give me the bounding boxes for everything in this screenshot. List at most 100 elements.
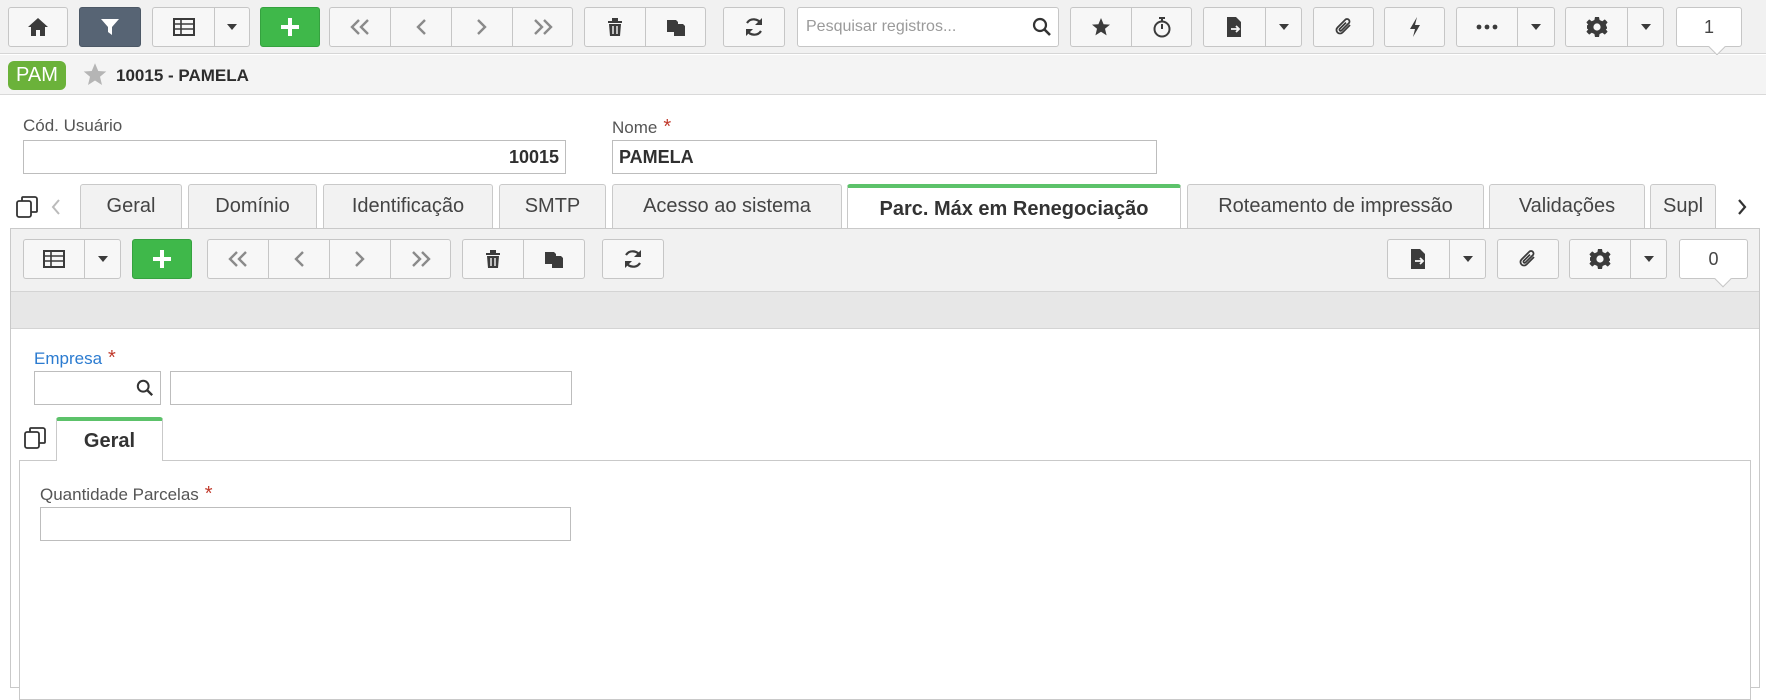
more-dropdown-button[interactable]	[1517, 7, 1555, 47]
detail-settings-group	[1569, 239, 1667, 279]
tab-label: Supl	[1663, 195, 1704, 217]
tab-label: Roteamento de impressão	[1218, 195, 1453, 217]
detail-settings-button[interactable]	[1569, 239, 1630, 279]
user-code-field[interactable]: 10015	[23, 140, 566, 174]
tab-roteamento-de-impressao[interactable]: Roteamento de impressão	[1187, 184, 1484, 228]
detail-refresh-button[interactable]	[602, 239, 664, 279]
duplicate-icon[interactable]	[23, 426, 47, 450]
trash-icon	[608, 18, 622, 36]
lookup-search-icon[interactable]	[136, 379, 154, 397]
required-mark: *	[663, 116, 672, 138]
chevron-left-icon	[294, 251, 304, 267]
tab-geral[interactable]: Geral	[80, 184, 182, 228]
settings-button[interactable]	[1565, 7, 1627, 47]
detail-view-dropdown-button[interactable]	[84, 239, 121, 279]
export-group	[1203, 7, 1302, 47]
view-dropdown-button[interactable]	[214, 7, 250, 47]
detail-export-button[interactable]	[1387, 239, 1449, 279]
detail-panel: 0 Empresa * Geral Quantidade Parcelas *	[10, 228, 1760, 700]
tab-identificacao[interactable]: Identificação	[323, 184, 493, 228]
empresa-name-field	[170, 371, 572, 405]
chevron-right-icon	[355, 251, 365, 267]
search-icon[interactable]	[1032, 17, 1052, 37]
caret-down-icon	[227, 24, 237, 30]
record-counter: 1	[1676, 7, 1742, 56]
detail-record-counter: 0	[1679, 239, 1748, 288]
add-record-button[interactable]	[260, 7, 320, 47]
module-badge-label: PAM	[16, 64, 58, 86]
copy-button[interactable]	[645, 7, 706, 47]
navigation-group	[329, 7, 573, 47]
tab-validacoes[interactable]: Validações	[1489, 184, 1645, 228]
caret-down-icon	[1462, 256, 1473, 262]
detail-previous-button[interactable]	[268, 239, 329, 279]
detail-add-button[interactable]	[132, 239, 192, 279]
file-export-icon	[1410, 249, 1425, 269]
double-chevron-right-icon	[533, 19, 553, 35]
detail-export-dropdown-button[interactable]	[1449, 239, 1486, 279]
attachments-button[interactable]	[1313, 7, 1374, 47]
detail-first-button[interactable]	[207, 239, 268, 279]
name-label: Nome *	[612, 116, 671, 139]
detail-attachments-button[interactable]	[1497, 239, 1559, 279]
search-box	[797, 7, 1059, 47]
tabs-scroll-right-icon[interactable]	[1736, 198, 1748, 216]
favorite-star-icon[interactable]	[82, 62, 108, 87]
main-toolbar: 1	[0, 0, 1766, 56]
required-mark: *	[108, 347, 116, 369]
caret-down-icon	[1640, 24, 1651, 30]
delete-button[interactable]	[584, 7, 645, 47]
subtab-geral[interactable]: Geral	[56, 417, 163, 461]
detail-settings-dropdown-button[interactable]	[1630, 239, 1667, 279]
settings-group	[1565, 7, 1664, 47]
first-record-button[interactable]	[329, 7, 390, 47]
tab-parc-max-renegociacao[interactable]: Parc. Máx em Renegociação	[847, 184, 1181, 230]
detail-last-button[interactable]	[390, 239, 451, 279]
filter-icon	[101, 19, 119, 35]
paperclip-icon	[1519, 250, 1535, 267]
caret-down-icon	[97, 256, 108, 262]
export-dropdown-button[interactable]	[1265, 7, 1302, 47]
duplicate-icon[interactable]	[15, 195, 39, 219]
counter-tail	[1714, 270, 1732, 288]
more-button[interactable]	[1456, 7, 1517, 47]
timer-button[interactable]	[1131, 7, 1192, 47]
tabs-scroll-left-icon[interactable]	[50, 198, 62, 216]
export-button[interactable]	[1203, 7, 1265, 47]
home-button[interactable]	[8, 7, 68, 47]
tab-label: Identificação	[351, 195, 465, 217]
table-icon	[43, 250, 65, 268]
refresh-button[interactable]	[723, 7, 785, 47]
tab-acesso-ao-sistema[interactable]: Acesso ao sistema	[612, 184, 842, 228]
detail-next-button[interactable]	[329, 239, 390, 279]
filter-button[interactable]	[79, 7, 141, 47]
settings-dropdown-button[interactable]	[1627, 7, 1664, 47]
user-code-label: Cód. Usuário	[23, 116, 123, 135]
tab-dominio[interactable]: Domínio	[188, 184, 317, 228]
search-input[interactable]	[804, 12, 1032, 42]
actions-button[interactable]	[1384, 7, 1445, 47]
empresa-code-field[interactable]	[34, 371, 161, 405]
previous-record-button[interactable]	[390, 7, 451, 47]
plus-icon	[153, 250, 171, 268]
tab-label: Domínio	[215, 195, 290, 217]
grid-view-button[interactable]	[152, 7, 214, 47]
empresa-label-text: Empresa	[34, 349, 103, 368]
detail-grid-view-button[interactable]	[23, 239, 84, 279]
next-record-button[interactable]	[451, 7, 512, 47]
quantity-label: Quantidade Parcelas *	[40, 483, 213, 506]
gear-icon	[1585, 17, 1608, 37]
paperclip-icon	[1335, 18, 1351, 35]
tab-label: Geral	[106, 195, 156, 217]
last-record-button[interactable]	[512, 7, 573, 47]
name-label-text: Nome	[612, 118, 658, 137]
quantity-field[interactable]	[40, 507, 571, 541]
detail-navigation-group	[207, 239, 451, 279]
favorite-button[interactable]	[1070, 7, 1131, 47]
tab-suplementar[interactable]: Supl	[1650, 184, 1716, 228]
tab-smtp[interactable]: SMTP	[499, 184, 606, 228]
name-field[interactable]: PAMELA	[612, 140, 1157, 174]
detail-copy-button[interactable]	[523, 239, 585, 279]
detail-delete-button[interactable]	[462, 239, 523, 279]
star-icon	[1092, 18, 1110, 36]
